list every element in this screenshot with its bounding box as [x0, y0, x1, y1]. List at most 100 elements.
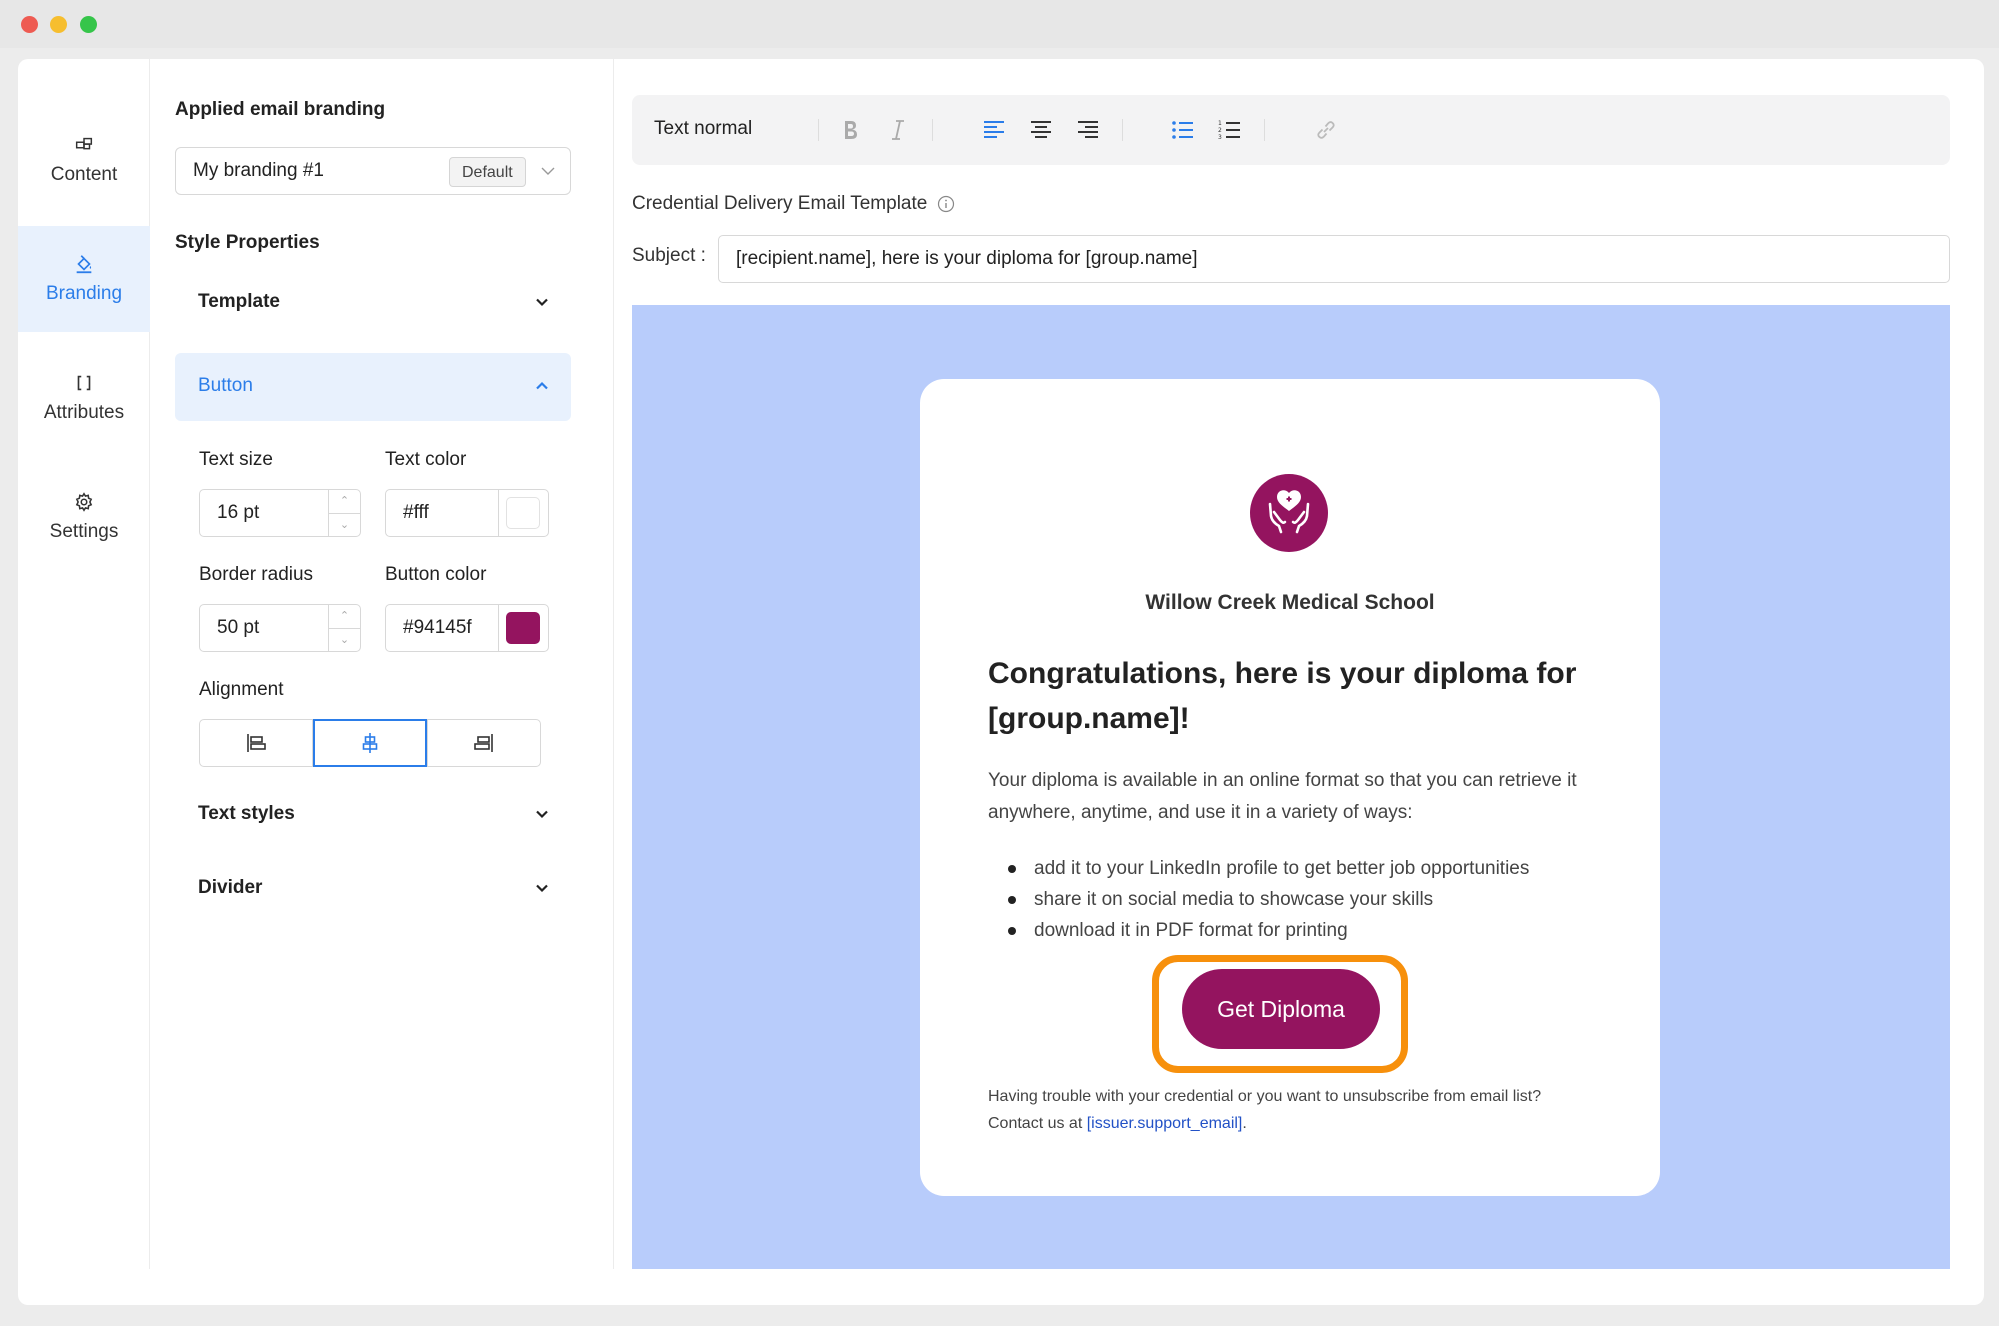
toolbar-divider [932, 119, 933, 141]
school-name: Willow Creek Medical School [1145, 591, 1435, 614]
numbered-list-icon: 123 [1218, 120, 1240, 141]
nav-label: Settings [49, 521, 119, 542]
align-right-icon [474, 734, 493, 752]
link-icon [1317, 121, 1335, 139]
border-radius-stepper[interactable]: 50 pt ⌃ ⌄ [199, 604, 361, 652]
maximize-window-button[interactable] [80, 16, 97, 33]
nav-item-content[interactable]: Content [18, 107, 150, 213]
text-size-label: Text size [199, 449, 273, 470]
list-item: download it in PDF format for printing [988, 915, 1628, 946]
decrement-button[interactable]: ⌄ [329, 628, 360, 651]
chevron-down-icon [541, 167, 555, 175]
paint-bucket-icon [76, 255, 92, 274]
toolbar-divider [1264, 119, 1265, 141]
template-title-text: Credential Delivery Email Template [632, 193, 928, 214]
text-align-center-button[interactable] [1027, 116, 1055, 144]
align-right-icon [1078, 121, 1098, 138]
text-color-swatch[interactable] [498, 490, 548, 536]
heart-hands-icon [1268, 490, 1310, 534]
text-size-stepper[interactable]: 16 pt ⌃ ⌄ [199, 489, 361, 537]
branding-select[interactable]: My branding #1 Default [175, 147, 571, 195]
nav-label: Content [50, 164, 118, 185]
template-title: Credential Delivery Email Template [632, 193, 955, 215]
style-properties-title: Style Properties [175, 232, 320, 253]
email-footnote: Having trouble with your credential or y… [988, 1083, 1598, 1137]
align-center-icon [362, 733, 378, 753]
text-style-select[interactable]: Text normal [654, 118, 752, 140]
email-headline: Congratulations, here is your diploma fo… [988, 657, 1577, 735]
section-template[interactable]: Template [175, 269, 571, 337]
chevron-down-icon [536, 884, 548, 893]
section-text-styles[interactable]: Text styles [175, 781, 571, 849]
footnote-text: Having trouble with your credential or y… [988, 1088, 1542, 1132]
increment-button[interactable]: ⌃ [329, 490, 360, 513]
align-center-button[interactable] [313, 719, 427, 767]
info-icon[interactable] [937, 195, 955, 213]
minimize-window-button[interactable] [50, 16, 67, 33]
brackets-icon [77, 375, 91, 391]
button-color-field[interactable]: #94145f [385, 604, 549, 652]
get-diploma-button[interactable]: Get Diploma [1182, 969, 1380, 1049]
chevron-down-icon [536, 810, 548, 819]
gear-icon [75, 492, 93, 512]
alignment-label: Alignment [199, 679, 284, 700]
window-titlebar [0, 0, 1999, 48]
list-item: share it on social media to showcase you… [988, 884, 1628, 915]
section-label: Divider [198, 877, 263, 898]
school-logo [1250, 474, 1328, 552]
toolbar-divider [1122, 119, 1123, 141]
bullet-list-button[interactable] [1169, 116, 1197, 144]
section-button[interactable]: Button [175, 353, 571, 421]
close-window-button[interactable] [21, 16, 38, 33]
increment-button[interactable]: ⌃ [329, 605, 360, 628]
button-color-value: #94145f [403, 617, 472, 638]
left-nav: Content Branding Attributes Settings [18, 59, 150, 1269]
text-align-left-button[interactable] [980, 116, 1008, 144]
decrement-button[interactable]: ⌄ [329, 513, 360, 536]
align-center-icon [1031, 121, 1051, 138]
text-size-value: 16 pt [217, 502, 260, 523]
bold-button[interactable] [836, 116, 864, 144]
text-color-label: Text color [385, 449, 467, 470]
footnote-end: . [1242, 1115, 1247, 1132]
stepper-controls: ⌃ ⌄ [328, 605, 360, 651]
border-radius-value: 50 pt [217, 617, 260, 638]
nav-item-branding[interactable]: Branding [18, 226, 150, 332]
subject-value: [recipient.name], here is your diploma f… [736, 248, 1198, 269]
email-preview: Willow Creek Medical School Congratulati… [632, 305, 1950, 1269]
text-align-right-button[interactable] [1074, 116, 1102, 144]
align-right-button[interactable] [427, 719, 541, 767]
text-color-field[interactable]: #fff [385, 489, 549, 537]
format-toolbar: Text normal 123 [632, 95, 1950, 165]
nav-label: Branding [45, 283, 123, 304]
section-label: Template [198, 291, 281, 312]
section-divider[interactable]: Divider [175, 855, 571, 923]
email-card: Willow Creek Medical School Congratulati… [920, 379, 1660, 1196]
default-badge: Default [449, 157, 526, 187]
toolbar-divider [818, 119, 819, 141]
branding-value: My branding #1 [193, 160, 324, 181]
subject-label: Subject : [632, 245, 706, 266]
style-panel: Applied email branding My branding #1 De… [150, 59, 614, 1269]
nav-item-attributes[interactable]: Attributes [18, 345, 150, 451]
border-radius-label: Border radius [199, 564, 314, 585]
link-button[interactable] [1312, 116, 1340, 144]
subject-input[interactable]: [recipient.name], here is your diploma f… [718, 235, 1950, 283]
section-label: Text styles [198, 803, 295, 824]
align-left-button[interactable] [199, 719, 313, 767]
svg-text:2: 2 [1218, 127, 1222, 134]
alignment-toggle [199, 719, 541, 767]
button-color-swatch[interactable] [498, 605, 548, 651]
nav-item-settings[interactable]: Settings [18, 464, 150, 570]
italic-button[interactable] [884, 116, 912, 144]
support-email-link[interactable]: [issuer.support_email] [1087, 1115, 1243, 1132]
branding-title: Applied email branding [175, 99, 386, 120]
text-color-value: #fff [403, 502, 429, 523]
align-left-icon [984, 121, 1004, 138]
nav-label: Attributes [43, 402, 125, 423]
email-intro: Your diploma is available in an online f… [988, 770, 1577, 823]
app-window: Content Branding Attributes Settings App… [18, 59, 1984, 1305]
numbered-list-button[interactable]: 123 [1216, 116, 1244, 144]
usage-list: add it to your LinkedIn profile to get b… [988, 853, 1628, 946]
svg-text:1: 1 [1218, 120, 1222, 127]
